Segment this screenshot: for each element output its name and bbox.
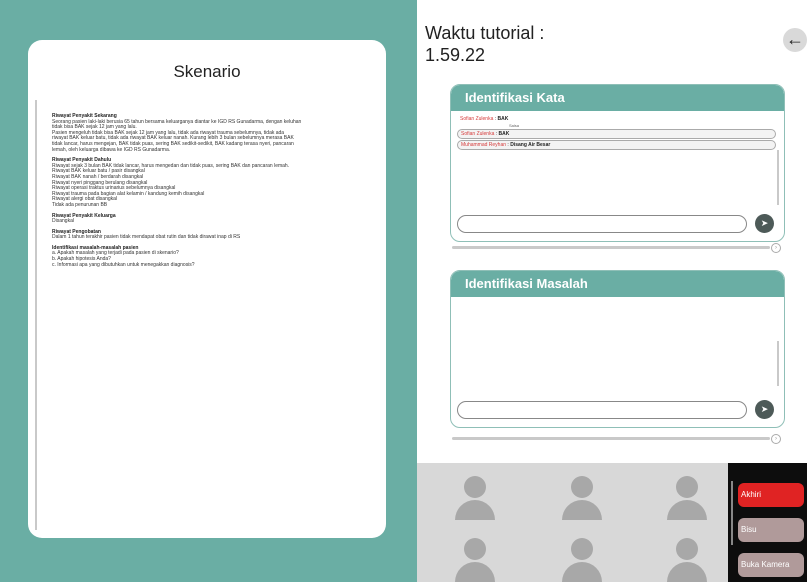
timer-value: 1.59.22	[425, 45, 486, 65]
participant-avatar-icon	[667, 476, 707, 520]
scenario-content: Riwayat Penyakit Sekarang Seorang pasien…	[52, 113, 372, 273]
chat-message: Sofian Zulenka : BAK	[457, 115, 776, 123]
message-subtext: Salsa	[509, 123, 520, 128]
arrow-left-icon: ←	[786, 29, 804, 49]
section-line: Dalam 1 tahun terakhir pasien tidak mend…	[52, 234, 241, 241]
identifikasi-masalah-panel: Identifikasi Masalah ➤	[450, 270, 785, 428]
message-text: BAK	[498, 131, 510, 137]
scenario-section: Riwayat Penyakit Sekarang Seorang pasien…	[52, 113, 372, 153]
section-line: Disangkal	[52, 218, 74, 225]
controls-scrollbar[interactable]	[731, 481, 733, 545]
participant-avatar-icon	[455, 476, 495, 520]
panel-scrollbar[interactable]	[777, 341, 779, 386]
participant-avatar-icon	[562, 476, 602, 520]
horizontal-scrollbar[interactable]	[452, 437, 770, 440]
scenario-pane: Skenario Riwayat Penyakit Sekarang Seora…	[0, 0, 417, 582]
send-button[interactable]: ➤	[755, 214, 774, 233]
panel-scrollbar[interactable]	[777, 150, 779, 205]
chat-message[interactable]: Muhammad Reyhan : Disang Air Besar	[457, 140, 776, 150]
scenario-section: Identifikasi masalah-masalah pasien a. A…	[52, 245, 372, 268]
message-author: Sofian Zulenka	[460, 116, 494, 122]
scenario-section: Riwayat Penyakit Keluarga Disangkal	[52, 213, 372, 225]
identifikasi-kata-input[interactable]	[457, 215, 747, 233]
back-button[interactable]: ←	[783, 28, 807, 52]
scenario-scrollbar[interactable]	[35, 100, 37, 530]
call-controls: Akhiri Bisu Buka Kamera	[728, 463, 807, 582]
panel-title: Identifikasi Kata	[451, 85, 784, 111]
participant-avatar-icon	[667, 538, 707, 582]
participant-avatar-icon	[562, 538, 602, 582]
section-line: c. Informasi apa yang dibutuhkan untuk m…	[52, 261, 195, 268]
message-list: Sofian Zulenka : BAK Salsa Sofian Zulenk…	[451, 111, 784, 150]
open-camera-button[interactable]: Buka Kamera	[738, 553, 804, 577]
participant-video-grid	[417, 463, 728, 582]
scroll-arrow-icon[interactable]: ›	[771, 434, 781, 444]
section-line: lemah, oleh keluarga dibawa ke IGD RS Gu…	[52, 146, 171, 153]
scenario-title: Skenario	[173, 62, 241, 81]
send-button[interactable]: ➤	[755, 400, 774, 419]
scenario-section: Riwayat Penyakit Dahulu Riwayat sejak 3 …	[52, 158, 372, 208]
chat-message[interactable]: Sofian Zulenka : BAK	[457, 129, 776, 139]
tutorial-timer: Waktu tutorial : 1.59.22	[425, 22, 544, 66]
panel-title: Identifikasi Masalah	[451, 271, 784, 297]
section-line: Tidak ada penurunan BB	[52, 201, 108, 208]
message-author: Muhammad Reyhan	[461, 142, 507, 148]
identifikasi-kata-panel: Identifikasi Kata Sofian Zulenka : BAK S…	[450, 84, 785, 242]
scroll-arrow-icon[interactable]: ›	[771, 243, 781, 253]
message-text: BAK	[497, 116, 509, 122]
scenario-section: Riwayat Pengobatan Dalam 1 tahun terakhi…	[52, 229, 372, 241]
send-icon: ➤	[760, 404, 769, 414]
send-icon: ➤	[760, 218, 769, 228]
horizontal-scrollbar[interactable]	[452, 246, 770, 249]
mute-button[interactable]: Bisu	[738, 518, 804, 542]
end-session-button[interactable]: Akhiri	[738, 483, 804, 507]
scenario-card: Skenario Riwayat Penyakit Sekarang Seora…	[28, 40, 386, 538]
timer-label: Waktu tutorial :	[425, 23, 545, 43]
participant-avatar-icon	[455, 538, 495, 582]
identifikasi-masalah-input[interactable]	[457, 401, 747, 419]
message-text: Disang Air Besar	[510, 142, 551, 148]
message-author: Sofian Zulenka	[461, 131, 495, 137]
